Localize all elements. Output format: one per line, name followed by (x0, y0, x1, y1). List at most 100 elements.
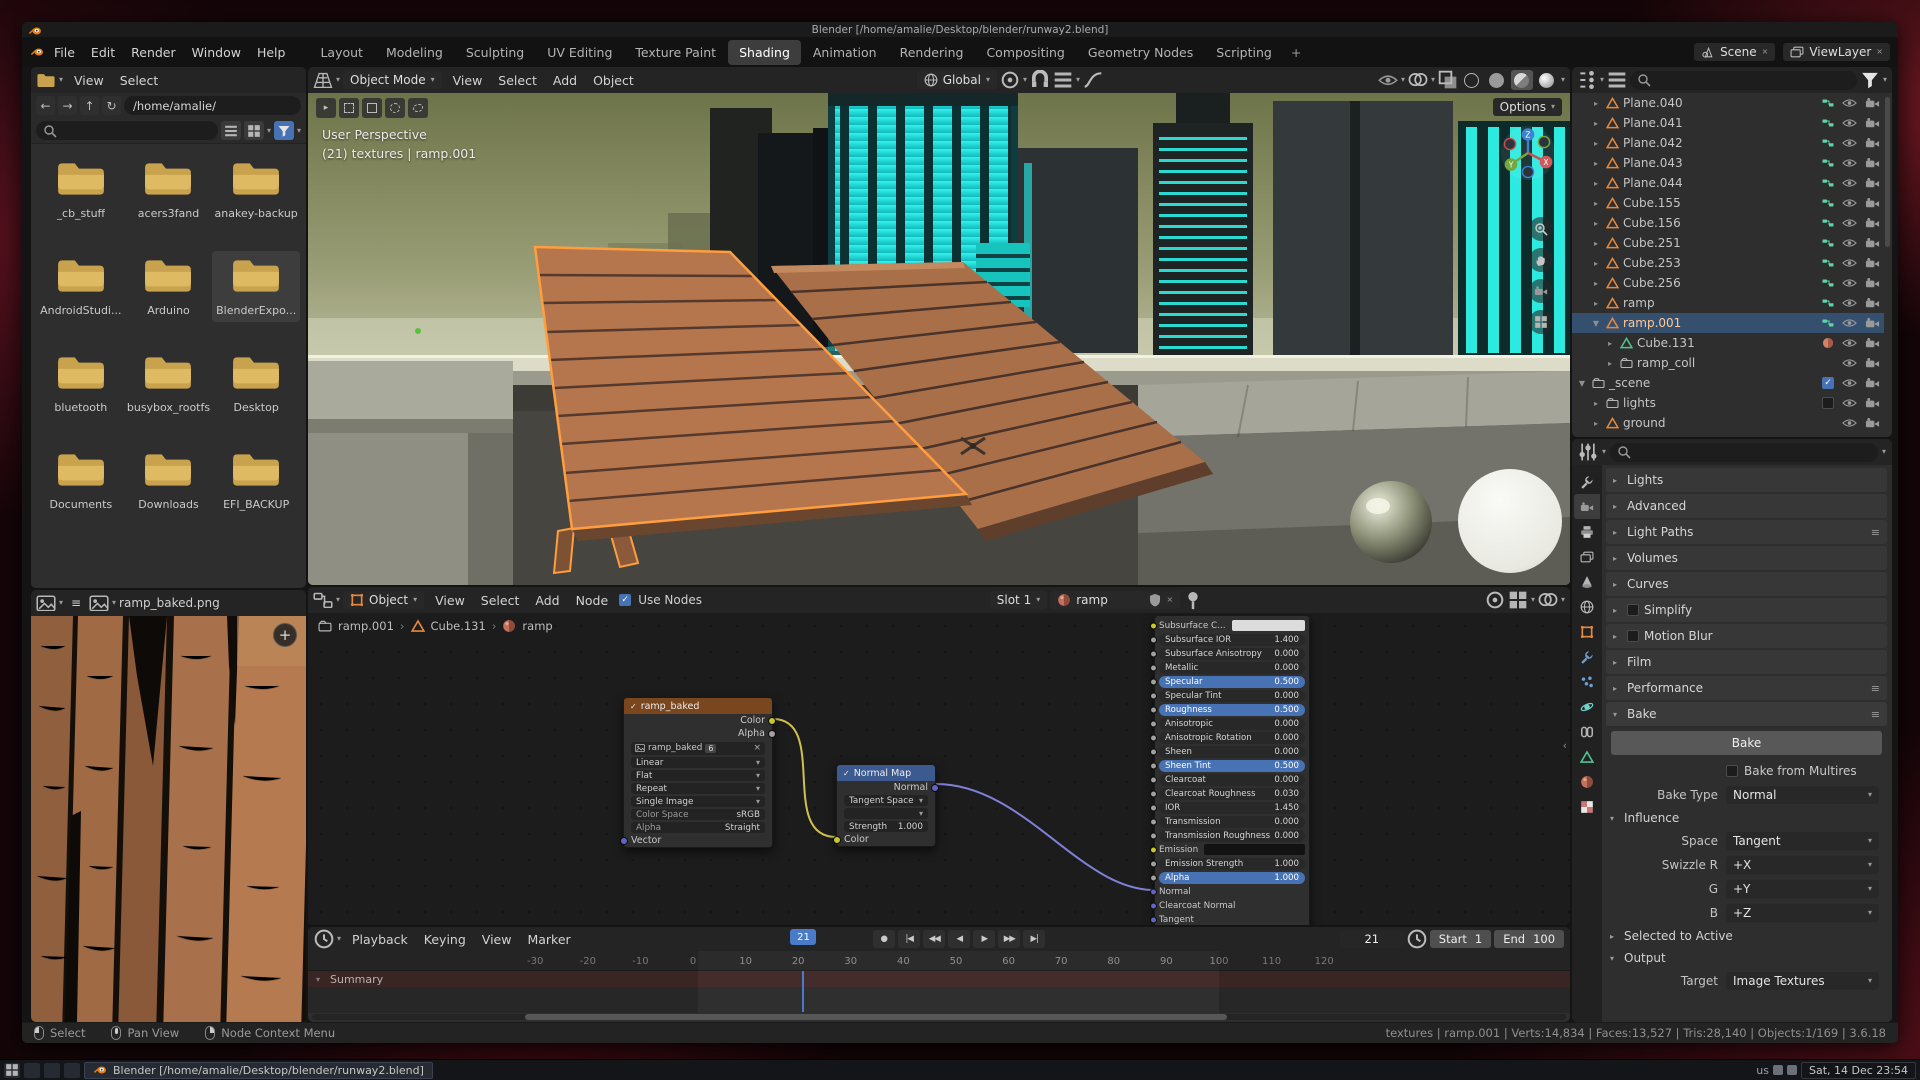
disable-in-renders-icon[interactable] (1865, 277, 1880, 289)
editor-type-button[interactable] (36, 593, 56, 613)
section-menu-icon[interactable]: ≡ (1871, 708, 1880, 721)
bsdf-clearcoat-roughness[interactable]: Clearcoat Roughness0.030 (1159, 787, 1305, 800)
disable-in-renders-icon[interactable] (1865, 217, 1880, 229)
constraints-tab[interactable] (1574, 719, 1600, 744)
outliner-row-plane-040[interactable]: ▸Plane.040 (1572, 93, 1884, 113)
input-socket[interactable] (1150, 902, 1157, 909)
input-socket[interactable] (1150, 888, 1157, 895)
workspace-tab-uv-editing[interactable]: UV Editing (536, 40, 623, 65)
bsdf-metallic[interactable]: Metallic0.000 (1159, 661, 1305, 674)
pin-button[interactable] (1183, 590, 1203, 610)
swizzle-g-dropdown[interactable]: +Y▾ (1726, 880, 1879, 898)
outliner-search-input[interactable] (1630, 71, 1857, 90)
folder-androidstudi[interactable]: AndroidStudi... (37, 251, 125, 322)
keyboard-layout-indicator[interactable]: us (1756, 1064, 1769, 1077)
outliner-row-cube-251[interactable]: ▸Cube.251 (1572, 233, 1884, 253)
window-titlebar[interactable]: Blender [/home/amalie/Desktop/blender/ru… (22, 22, 1898, 37)
playhead-label[interactable]: 21 (790, 929, 816, 945)
fake-user-icon[interactable] (1148, 593, 1162, 607)
bsdf-emission[interactable]: Emission (1159, 843, 1305, 856)
forward-button[interactable]: → (58, 96, 77, 115)
viewlayer-selector[interactable]: ViewLayer × (1783, 43, 1890, 61)
start-frame-field[interactable]: Start1 (1430, 930, 1491, 948)
record-button[interactable]: ● (873, 930, 895, 948)
bsdf-ior[interactable]: IOR1.450 (1159, 801, 1305, 814)
prev-keyframe-button[interactable]: ◀◀ (923, 930, 945, 948)
properties-search-input[interactable] (1610, 443, 1878, 462)
clock[interactable]: Sat, 14 Dec 23:54 (1801, 1062, 1916, 1079)
color-swatch[interactable] (1204, 844, 1305, 855)
bsdf-clearcoat-normal[interactable]: Clearcoat Normal (1159, 899, 1305, 912)
outliner-row-plane-041[interactable]: ▸Plane.041 (1572, 113, 1884, 133)
render-tab[interactable] (1574, 494, 1600, 519)
color-output-socket[interactable] (768, 717, 776, 725)
tray-volume-icon[interactable] (1787, 1065, 1797, 1075)
chevron-down-icon[interactable]: ▾ (1561, 76, 1565, 84)
viewport-menu-select[interactable]: Select (490, 70, 545, 91)
bsdf-roughness[interactable]: Roughness0.500 (1159, 703, 1305, 716)
input-socket[interactable] (1150, 664, 1157, 671)
scene-tab[interactable] (1574, 569, 1600, 594)
normal-map-node[interactable]: ✓Normal Map Normal Tangent Space▾ ▾ Stre… (836, 764, 936, 847)
blender-task-button[interactable]: Blender [/home/amalie/Desktop/blender/ru… (84, 1062, 433, 1079)
outliner-row-plane-043[interactable]: ▸Plane.043 (1572, 153, 1884, 173)
hide-in-viewport-icon[interactable] (1842, 97, 1857, 109)
close-icon[interactable]: × (1762, 48, 1769, 56)
options-dropdown[interactable]: Options▾ (1493, 98, 1562, 116)
disable-in-renders-icon[interactable] (1865, 337, 1880, 349)
play-reverse-button[interactable]: ◀ (948, 930, 970, 948)
hide-in-viewport-icon[interactable] (1842, 397, 1857, 409)
strength-slider[interactable]: Strength1.000 (844, 821, 928, 832)
search-input[interactable] (36, 121, 218, 140)
disable-in-renders-icon[interactable] (1865, 197, 1880, 209)
slider[interactable]: Transmission Roughness0.000 (1159, 830, 1305, 842)
hide-in-viewport-icon[interactable] (1842, 317, 1857, 329)
source-dropdown[interactable]: Single Image▾ (631, 796, 765, 807)
timeline-menu-marker[interactable]: Marker (519, 929, 578, 950)
select-circle-button[interactable] (385, 98, 405, 118)
selected-to-active-subpanel-header[interactable]: ▸Selected to Active (1606, 925, 1887, 947)
extension-dropdown[interactable]: Repeat▾ (631, 783, 765, 794)
display-thumbnail-button[interactable] (244, 121, 264, 140)
disable-in-renders-icon[interactable] (1865, 317, 1880, 329)
outliner-row-cube-256[interactable]: ▸Cube.256 (1572, 273, 1884, 293)
proportional-edit-button[interactable] (1083, 70, 1103, 90)
image-datablock-field[interactable]: ramp_baked 6 × (631, 742, 765, 755)
chevron-down-icon[interactable]: ▾ (297, 127, 301, 135)
use-preview-range-button[interactable] (1407, 929, 1427, 949)
slider[interactable]: Transmission0.000 (1159, 816, 1305, 828)
interpolation-dropdown[interactable]: Linear▾ (631, 757, 765, 768)
slider[interactable]: IOR1.450 (1159, 802, 1305, 814)
jump-to-start-button[interactable]: |◀ (898, 930, 920, 948)
texture-tab[interactable] (1574, 794, 1600, 819)
slider[interactable]: Subsurface IOR1.400 (1159, 634, 1305, 646)
outliner-row-ramp-coll[interactable]: ▸ramp_coll (1572, 353, 1884, 373)
section-film[interactable]: ▸Film (1606, 650, 1887, 674)
normal-output-socket[interactable] (931, 784, 939, 792)
image-texture-node[interactable]: ✓ramp_baked Color Alpha ramp_baked 6 × L… (623, 697, 773, 848)
slider[interactable]: Metallic0.000 (1159, 662, 1305, 674)
add-workspace-button[interactable]: + (1284, 40, 1308, 65)
expand-icon[interactable]: ▸ (1590, 139, 1602, 148)
influence-subpanel-header[interactable]: ▾Influence (1606, 807, 1887, 829)
section-motion-blur[interactable]: ▸Motion Blur (1606, 624, 1887, 648)
input-socket[interactable] (1150, 678, 1157, 685)
folder-cb-stuff[interactable]: _cb_stuff (37, 154, 125, 225)
swizzle-r-dropdown[interactable]: +X▾ (1726, 856, 1879, 874)
camera-view-button[interactable] (1529, 279, 1553, 303)
input-socket[interactable] (1150, 706, 1157, 713)
folder-desktop[interactable]: Desktop (212, 348, 300, 419)
ortho-toggle-button[interactable] (1529, 310, 1553, 334)
timeline-scrollbar[interactable] (312, 1014, 1566, 1020)
shading-solid-button[interactable] (1486, 70, 1508, 90)
shader-type-dropdown[interactable]: Object▾ (343, 591, 424, 609)
bsdf-transmission[interactable]: Transmission0.000 (1159, 815, 1305, 828)
outliner-row-cube-253[interactable]: ▸Cube.253 (1572, 253, 1884, 273)
swizzle-b-dropdown[interactable]: +Z▾ (1726, 904, 1879, 922)
topbar-menu-help[interactable]: Help (249, 42, 294, 63)
alpha-output-socket[interactable] (768, 730, 776, 738)
view-layer-tab[interactable] (1574, 544, 1600, 569)
slider[interactable]: Emission Strength1.000 (1159, 858, 1305, 870)
timeline-menu-keying[interactable]: Keying (416, 929, 474, 950)
shading-wireframe-button[interactable] (1461, 70, 1483, 90)
